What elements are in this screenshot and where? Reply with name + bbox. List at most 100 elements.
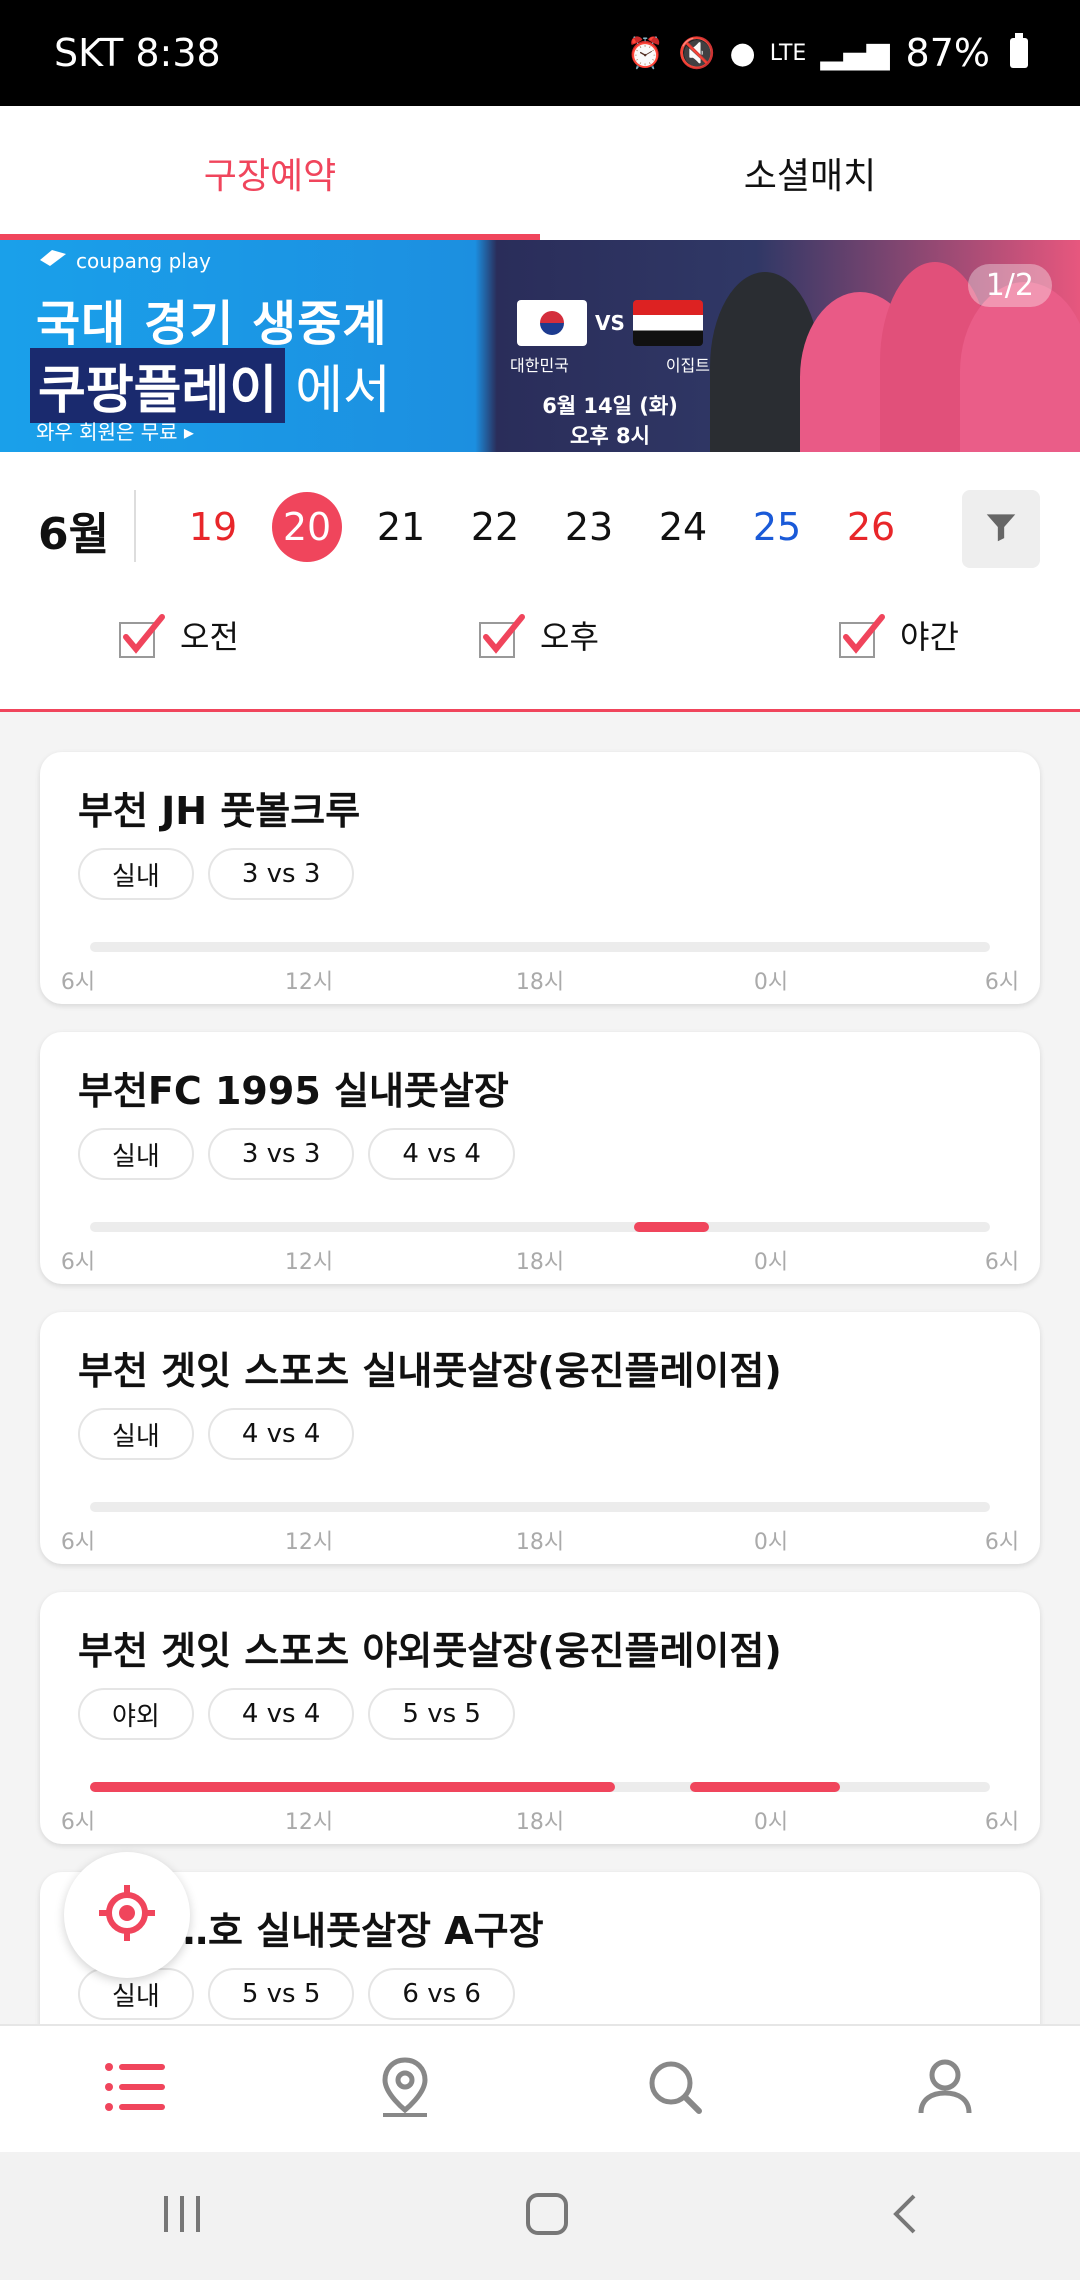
venue-name: 부천 겟잇 스포츠 야외풋살장(웅진플레이점): [78, 1629, 782, 1673]
status-bar: SKT 8:38 ⏰ 🔇 ● LTE ▂▄▆ 87%: [0, 0, 1080, 106]
tick-label: 6시: [984, 970, 1020, 995]
banner-suffix: 에서: [295, 361, 391, 421]
day-25[interactable]: 25: [742, 492, 812, 562]
player-figure: [960, 282, 1080, 452]
tick-label: 6시: [60, 1530, 96, 1555]
promo-banner[interactable]: coupang play 국대 경기 생중계 쿠팡플레이 에서 와우 회원은 무…: [0, 240, 1080, 452]
venue-card[interactable]: 부천 겟잇 스포츠 실내풋살장(웅진플레이점) 실내 4 vs 4 6시 12시…: [40, 1312, 1040, 1564]
divider: [134, 490, 136, 562]
banner-highlight: 쿠팡플레이: [30, 348, 286, 423]
battery-icon: [1010, 33, 1028, 68]
nav-map[interactable]: [270, 2026, 540, 2152]
home-icon[interactable]: [524, 2191, 570, 2241]
checkbox-afternoon-label: 오후: [540, 618, 599, 656]
tick-label: 6시: [984, 1810, 1020, 1835]
day-21[interactable]: 21: [366, 492, 436, 562]
status-icons: ⏰ 🔇 ● LTE ▂▄▆ 87%: [627, 31, 1028, 75]
nav-search[interactable]: [540, 2026, 810, 2152]
nav-profile[interactable]: [810, 2026, 1080, 2152]
mute-icon: 🔇: [678, 35, 716, 71]
venue-tag: 4 vs 4: [368, 1128, 515, 1180]
available-slot: [633, 1222, 709, 1232]
vs-label: VS: [595, 311, 625, 335]
nav-list[interactable]: [0, 2026, 270, 2152]
network-label: LTE: [769, 40, 807, 66]
available-slot: [689, 1782, 840, 1792]
filter-icon: [982, 508, 1020, 550]
match-time: 오후 8시: [570, 424, 650, 448]
top-tabs: 구장예약 소셜매치: [0, 106, 1080, 240]
venue-tag: 5 vs 5: [207, 1968, 355, 2020]
tick-label: 18시: [515, 1810, 565, 1835]
timeline-ticks: 6시 12시 18시 0시 6시: [61, 1244, 1019, 1275]
availability-timeline: [90, 1502, 990, 1512]
venue-tag: 3 vs 3: [207, 1128, 355, 1180]
egypt-flag-icon: [632, 300, 703, 346]
tick-label: 12시: [284, 1810, 334, 1835]
tick-label: 12시: [284, 970, 334, 995]
checkbox-night[interactable]: 야간: [838, 612, 959, 658]
venue-card[interactable]: 부천 겟잇 스포츠 야외풋살장(웅진플레이점) 야외 4 vs 4 5 vs 5…: [40, 1592, 1040, 1844]
system-nav-bar: [0, 2152, 1080, 2280]
banner-brand: coupang play: [38, 248, 211, 273]
day-23[interactable]: 23: [554, 492, 624, 562]
venue-card[interactable]: 부천FC 1995 실내풋살장 실내 3 vs 3 4 vs 4 6시 12시 …: [40, 1032, 1040, 1284]
checkbox-morning[interactable]: 오전: [118, 612, 239, 658]
checkbox-afternoon[interactable]: 오후: [478, 612, 599, 658]
tick-label: 0시: [753, 1810, 789, 1835]
banner-note: 와우 회원은 무료 ▸: [36, 420, 194, 444]
venue-name: 부천 겟잇 스포츠 실내풋살장(웅진플레이점): [78, 1349, 782, 1393]
tick-label: 12시: [284, 1530, 334, 1555]
venue-tag: 4 vs 4: [207, 1688, 355, 1740]
day-26[interactable]: 26: [836, 492, 906, 562]
tick-label: 0시: [753, 1250, 789, 1275]
tick-label: 18시: [515, 1530, 565, 1555]
timeline-ticks: 6시 12시 18시 0시 6시: [61, 1524, 1019, 1555]
timeline-ticks: 6시 12시 18시 0시 6시: [61, 964, 1019, 995]
team-home: 대한민국: [510, 356, 569, 375]
venue-tag: 6 vs 6: [368, 1968, 515, 2020]
battery-percent: 87%: [905, 31, 990, 75]
tick-label: 0시: [753, 970, 789, 995]
profile-icon: [917, 2057, 973, 2121]
venue-tag: 3 vs 3: [207, 848, 355, 900]
alarm-icon: ⏰: [626, 35, 665, 71]
venue-tag: 실내: [78, 848, 194, 900]
korea-flag-icon: [517, 300, 588, 346]
venue-tag: 실내: [78, 1408, 194, 1460]
venue-card[interactable]: …호 실내풋살장 A구장 실내 5 vs 5 6 vs 6: [40, 1872, 1040, 2032]
banner-subheadline: 쿠팡플레이 에서: [30, 348, 391, 423]
availability-timeline: [90, 1222, 990, 1232]
tick-label: 0시: [753, 1530, 789, 1555]
date-selector: 6월 19 20 21 22 23 24 25 26 오전 오후 야간: [0, 452, 1080, 712]
tab-social-match[interactable]: 소셜매치: [540, 106, 1080, 240]
venue-tag: 실내: [78, 1128, 194, 1180]
match-date: 6월 14일 (화): [542, 394, 678, 418]
venue-tag: 4 vs 4: [207, 1408, 355, 1460]
locate-me-button[interactable]: [64, 1852, 190, 1978]
venue-card[interactable]: 부천 JH 풋볼크루 실내 3 vs 3 6시 12시 18시 0시 6시: [40, 752, 1040, 1004]
checkbox-checked-icon: [838, 613, 885, 658]
tick-label: 6시: [984, 1530, 1020, 1555]
timeline-ticks: 6시 12시 18시 0시 6시: [61, 1804, 1019, 1835]
bottom-nav: [0, 2024, 1080, 2152]
recent-apps-icon[interactable]: [160, 2194, 204, 2238]
coupang-play-logo-icon: [38, 248, 68, 273]
day-19[interactable]: 19: [178, 492, 248, 562]
venue-tag: 야외: [78, 1688, 194, 1740]
tab-field-booking[interactable]: 구장예약: [0, 106, 540, 240]
tick-label: 6시: [60, 1810, 96, 1835]
banner-brand-name: coupang play: [76, 248, 211, 273]
day-22[interactable]: 22: [460, 492, 530, 562]
day-20[interactable]: 20: [272, 492, 342, 562]
back-icon[interactable]: [890, 2192, 920, 2240]
list-icon: [103, 2061, 167, 2117]
checkbox-checked-icon: [478, 613, 525, 658]
day-24[interactable]: 24: [648, 492, 718, 562]
venue-name: 부천 JH 풋볼크루: [78, 789, 361, 833]
tick-label: 18시: [515, 1250, 565, 1275]
venue-name: 부천FC 1995 실내풋살장: [78, 1069, 509, 1113]
search-icon: [645, 2057, 705, 2121]
checkbox-checked-icon: [118, 613, 165, 658]
filter-button[interactable]: [962, 490, 1040, 568]
